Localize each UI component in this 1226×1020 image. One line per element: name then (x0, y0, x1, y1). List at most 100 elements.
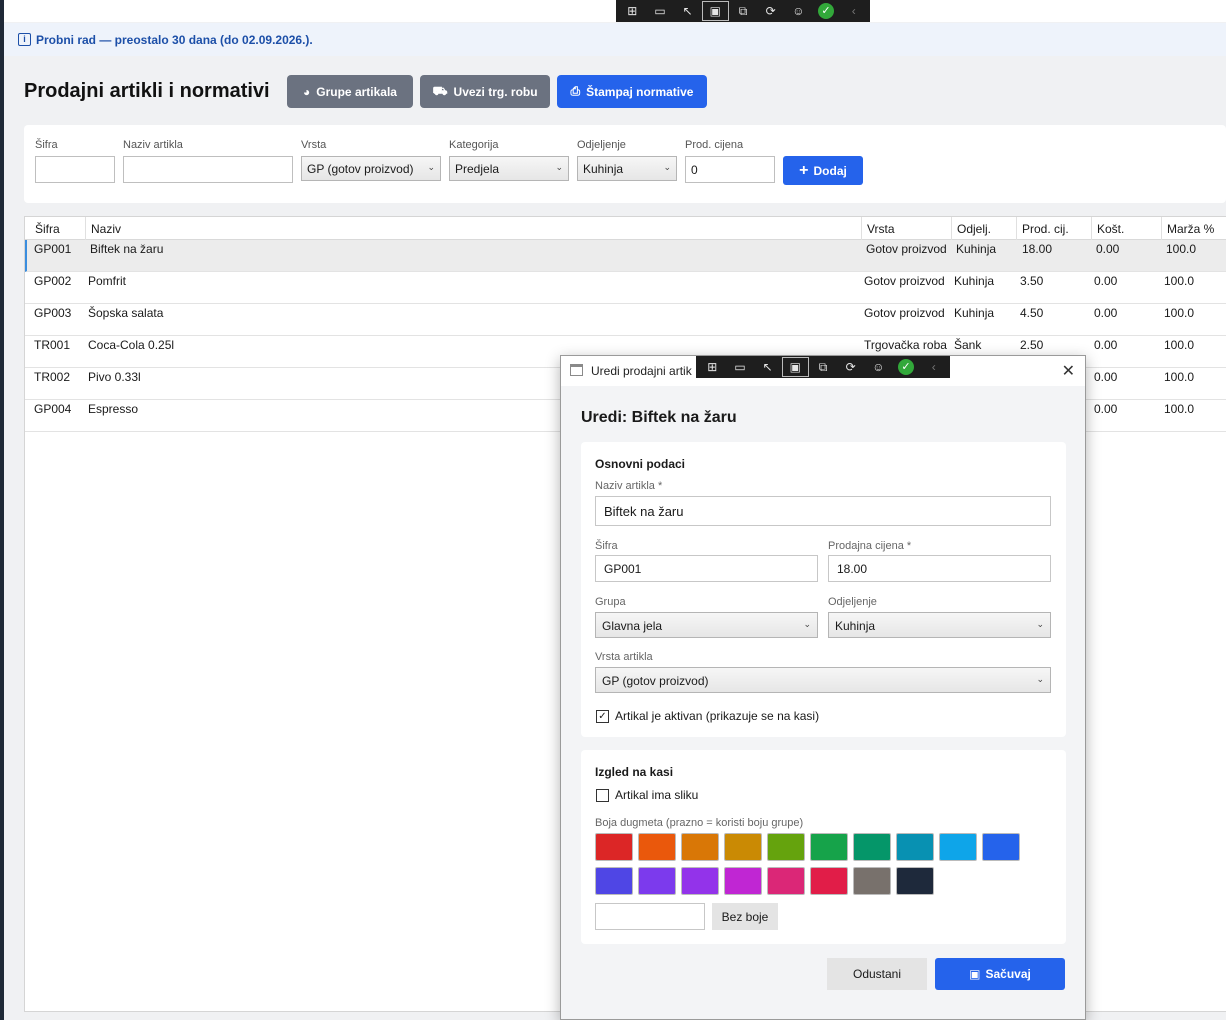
cell-naziv: Espresso (88, 402, 139, 416)
cijena-filter-input[interactable]: 0 (685, 156, 775, 183)
odjeljenje-filter-value: Kuhinja (583, 162, 624, 176)
cell-sifra: GP003 (34, 306, 72, 320)
cell-naziv: Šopska salata (88, 306, 164, 320)
cell-naziv: Coca-Cola 0.25l (88, 338, 175, 352)
color-swatch[interactable] (896, 867, 934, 895)
collapse-icon[interactable]: ‹ (921, 358, 946, 376)
layout-adorner-icon[interactable]: ▣ (782, 357, 809, 377)
print-norms-button[interactable]: ⎙ Štampaj normative (557, 75, 707, 108)
active-checkbox[interactable]: ✓ Artikal je aktivan (prikazuje se na ka… (596, 709, 819, 723)
odjeljenje-value: Kuhinja (835, 619, 876, 633)
color-hex-input[interactable] (595, 903, 705, 930)
color-swatch[interactable] (939, 833, 977, 861)
print-norms-button-label: Štampaj normative (586, 84, 694, 99)
appearance-section: Izgled na kasi Artikal ima sliku Boja du… (581, 750, 1066, 944)
cijena-input[interactable]: 18.00 (828, 555, 1051, 582)
column-header-marza[interactable]: Marža % (1162, 217, 1226, 240)
table-row[interactable]: GP002 Pomfrit Gotov proizvod Kuhinja 3.5… (25, 272, 1226, 304)
color-swatch[interactable] (595, 867, 633, 895)
pointer-icon[interactable]: ↖ (675, 2, 700, 20)
pointer-icon[interactable]: ↖ (755, 358, 780, 376)
cell-prod-cijena: 4.50 (1020, 306, 1044, 320)
color-swatch[interactable] (638, 867, 676, 895)
color-swatch[interactable] (595, 833, 633, 861)
accessibility-icon[interactable]: ☺ (786, 2, 811, 20)
color-swatch[interactable] (810, 867, 848, 895)
truck-icon: ⛟ (432, 83, 448, 98)
has-image-checkbox[interactable]: Artikal ima sliku (596, 788, 698, 802)
chevron-down-icon: ⌄ (555, 162, 563, 172)
naziv-filter-label: Naziv artikla (123, 139, 183, 151)
grupa-label: Grupa (595, 596, 626, 608)
cell-prod-cijena: 18.00 (1022, 242, 1053, 256)
grupa-value: Glavna jela (602, 619, 663, 633)
grupa-select[interactable]: Glavna jela ⌄ (595, 612, 818, 638)
save-button[interactable]: ▣ Sačuvaj (935, 958, 1065, 990)
video-icon[interactable]: ▭ (648, 2, 673, 20)
sifra-input[interactable]: GP001 (595, 555, 818, 582)
column-header-kostanje[interactable]: Košt. (1092, 217, 1162, 240)
color-swatch[interactable] (810, 833, 848, 861)
color-swatch[interactable] (681, 833, 719, 861)
hot-reload-icon[interactable]: ⟳ (838, 358, 863, 376)
color-swatch[interactable] (724, 867, 762, 895)
vrsta-select[interactable]: GP (gotov proizvod) ⌄ (595, 667, 1051, 693)
vrsta-filter-select[interactable]: GP (gotov proizvod) ⌄ (301, 156, 441, 181)
cell-marza: 100.0 (1164, 370, 1195, 384)
table-row[interactable]: GP003 Šopska salata Gotov proizvod Kuhin… (25, 304, 1226, 336)
table-row[interactable]: GP001 Biftek na žaru Gotov proizvod Kuhi… (25, 240, 1226, 272)
video-icon[interactable]: ▭ (728, 358, 753, 376)
sifra-filter-input[interactable] (35, 156, 115, 183)
column-header-odjeljenje[interactable]: Odjelj. (952, 217, 1017, 240)
cell-odjeljenje: Kuhinja (956, 242, 997, 256)
select-element-icon[interactable]: ⊞ (620, 2, 645, 20)
add-article-button[interactable]: + Dodaj (783, 156, 863, 185)
checkbox-checked-icon: ✓ (596, 709, 609, 723)
cell-naziv: Pomfrit (88, 274, 127, 288)
binding-ok-icon[interactable]: ✓ (814, 2, 839, 20)
naziv-input[interactable]: Biftek na žaru (595, 496, 1051, 526)
layout-adorner-icon[interactable]: ▣ (702, 1, 729, 21)
table-header: Šifra Naziv Vrsta Odjelj. Prod. cij. Koš… (25, 217, 1226, 240)
column-header-vrsta[interactable]: Vrsta (862, 217, 952, 240)
chevron-down-icon: ⌄ (803, 619, 811, 629)
cell-vrsta: Trgovačka roba (864, 338, 947, 352)
color-swatch[interactable] (896, 833, 934, 861)
color-swatch[interactable] (982, 833, 1020, 861)
chevron-down-icon: ⌄ (427, 162, 435, 172)
groups-button[interactable]: ◕ Grupe artikala (287, 75, 413, 108)
collapse-icon[interactable]: ‹ (841, 2, 866, 20)
color-swatch[interactable] (767, 833, 805, 861)
odjeljenje-filter-select[interactable]: Kuhinja ⌄ (577, 156, 677, 181)
column-header-naziv[interactable]: Naziv (86, 217, 862, 240)
import-goods-button[interactable]: ⛟ Uvezi trg. robu (420, 75, 550, 108)
hot-reload-icon[interactable]: ⟳ (758, 2, 783, 20)
color-swatch[interactable] (681, 867, 719, 895)
naziv-filter-input[interactable] (123, 156, 293, 183)
chevron-down-icon: ⌄ (663, 162, 671, 172)
color-swatch[interactable] (853, 833, 891, 861)
cell-sifra: TR001 (34, 338, 71, 352)
color-swatch[interactable] (638, 833, 676, 861)
color-swatch[interactable] (767, 867, 805, 895)
kategorija-filter-select[interactable]: Predjela ⌄ (449, 156, 569, 181)
column-header-prod-cijena[interactable]: Prod. cij. (1017, 217, 1092, 240)
cell-odjeljenje: Šank (954, 338, 982, 352)
cell-kostanje: 0.00 (1094, 306, 1118, 320)
odjeljenje-label: Odjeljenje (828, 596, 877, 608)
appearance-title: Izgled na kasi (595, 765, 674, 779)
window-icon (570, 364, 583, 376)
select-element-icon[interactable]: ⊞ (700, 358, 725, 376)
track-focus-icon[interactable]: ⧉ (811, 358, 836, 376)
accessibility-icon[interactable]: ☺ (866, 358, 891, 376)
binding-ok-icon[interactable]: ✓ (894, 358, 919, 376)
color-swatch[interactable] (724, 833, 762, 861)
cancel-button[interactable]: Odustani (827, 958, 927, 990)
chevron-down-icon: ⌄ (1036, 674, 1044, 684)
close-icon[interactable]: ✕ (1062, 361, 1075, 381)
odjeljenje-select[interactable]: Kuhinja ⌄ (828, 612, 1051, 638)
no-color-button[interactable]: Bez boje (712, 903, 778, 930)
color-swatch[interactable] (853, 867, 891, 895)
column-header-sifra[interactable]: Šifra (30, 217, 86, 240)
track-focus-icon[interactable]: ⧉ (731, 2, 756, 20)
